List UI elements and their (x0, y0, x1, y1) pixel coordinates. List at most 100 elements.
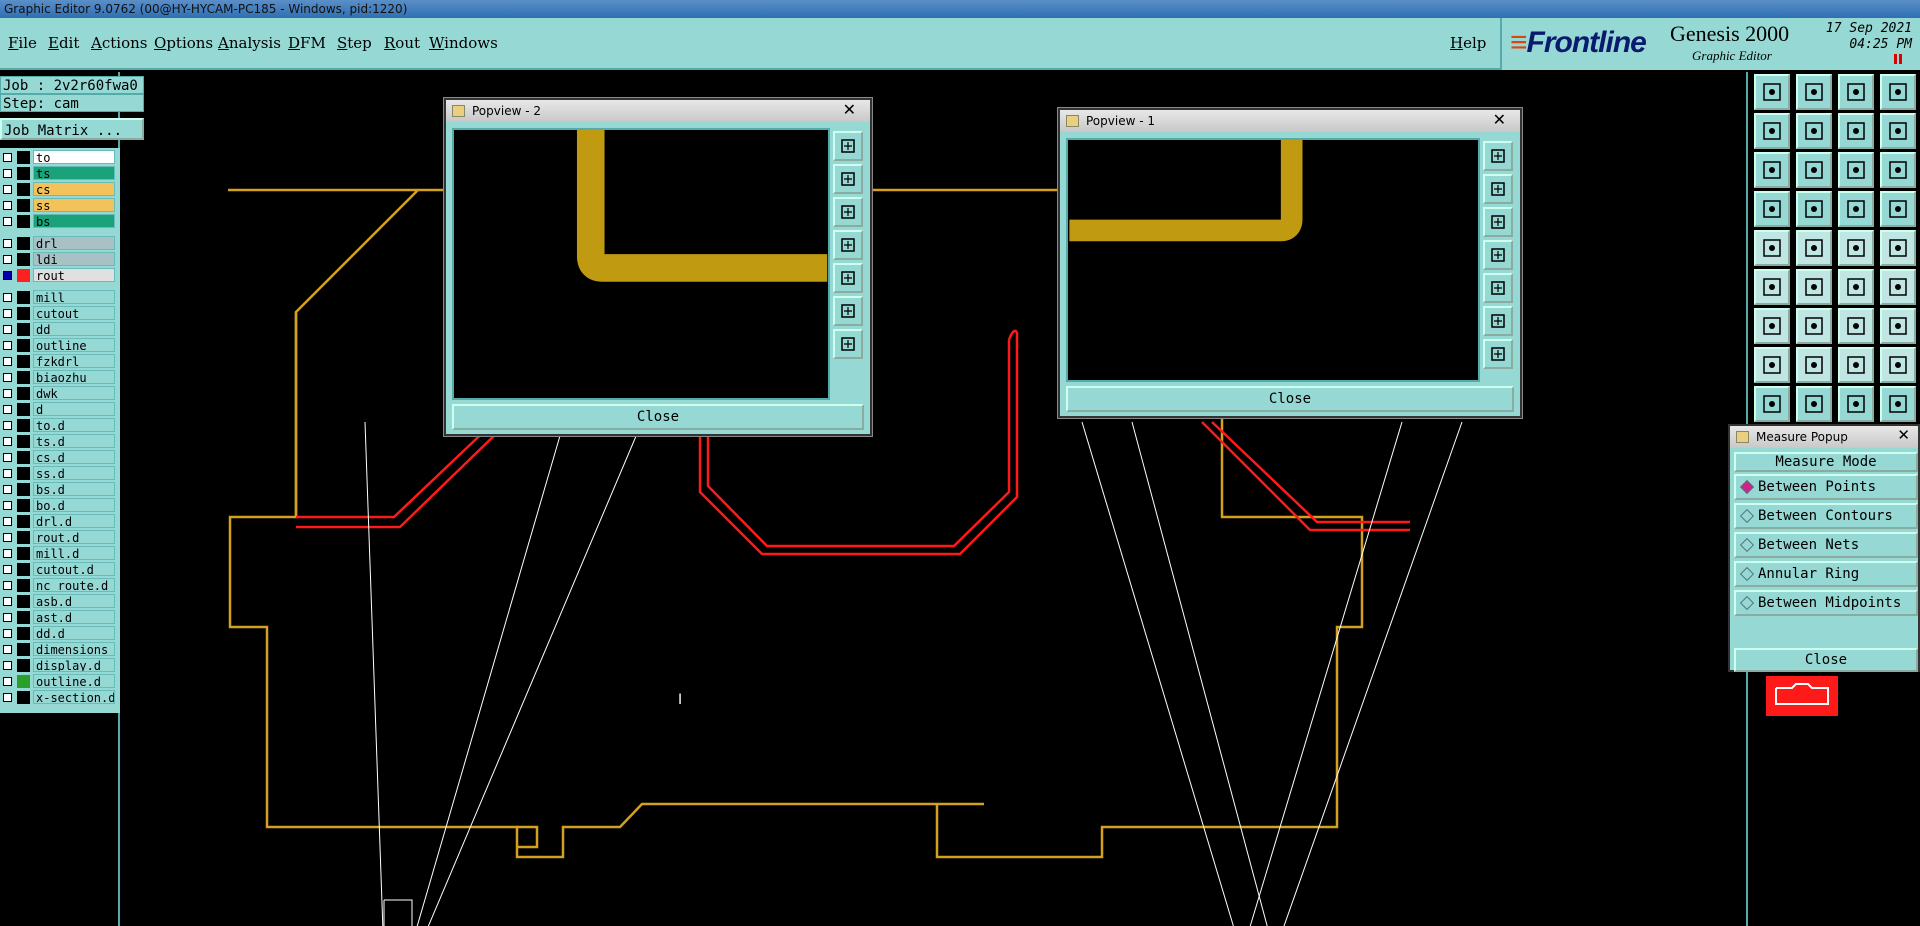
layer-name[interactable]: rout.d (33, 530, 115, 544)
layer-checkbox[interactable] (3, 389, 12, 398)
layer-checkbox[interactable] (3, 613, 12, 622)
layer-name[interactable]: bs.d (33, 482, 115, 496)
layer-affected-swatch[interactable] (17, 387, 30, 400)
pan-down-icon[interactable] (833, 197, 863, 227)
layer-affected-swatch[interactable] (17, 355, 30, 368)
layer-affected-swatch[interactable] (17, 307, 30, 320)
layer-name[interactable]: to.d (33, 418, 115, 432)
text-icon[interactable] (1838, 230, 1874, 266)
layer-affected-swatch[interactable] (17, 579, 30, 592)
layer-row-outline-d[interactable]: outline.d (0, 674, 118, 689)
layer-checkbox[interactable] (3, 677, 12, 686)
layer-row-cs[interactable]: cs (0, 182, 118, 197)
layer-row-drl-d[interactable]: drl.d (0, 514, 118, 529)
layer-checkbox[interactable] (3, 293, 12, 302)
layer-checkbox[interactable] (3, 581, 12, 590)
menu-analysis[interactable]: Analysis (218, 34, 281, 52)
layer-name[interactable]: cutout (33, 306, 115, 320)
help-icon[interactable] (1880, 152, 1916, 188)
measure-popup-titlebar[interactable]: Measure Popup ✕ (1730, 426, 1918, 448)
layer-affected-swatch[interactable] (17, 643, 30, 656)
layer-checkbox[interactable] (3, 565, 12, 574)
zoom-fit-icon[interactable] (1838, 113, 1874, 149)
layer-row-rout-d[interactable]: rout.d (0, 530, 118, 545)
layer-name[interactable]: ast.d (33, 610, 115, 624)
layer-checkbox[interactable] (3, 453, 12, 462)
layer-affected-swatch[interactable] (17, 371, 30, 384)
pan-left-icon[interactable] (1483, 240, 1513, 270)
layer-affected-swatch[interactable] (17, 253, 30, 266)
layer-row-fzkdrl[interactable]: fzkdrl (0, 354, 118, 369)
layer-name[interactable]: ss.d (33, 466, 115, 480)
layer-checkbox[interactable] (3, 549, 12, 558)
home-icon[interactable] (1838, 74, 1874, 110)
zoom-home-icon[interactable] (833, 131, 863, 161)
popview-1-close-button[interactable]: Close (1066, 386, 1514, 412)
filter-icon[interactable] (1880, 347, 1916, 383)
angle-icon[interactable] (1754, 308, 1790, 344)
layer-checkbox[interactable] (3, 201, 12, 210)
layer-checkbox[interactable] (3, 597, 12, 606)
layer-row-dd-d[interactable]: dd.d (0, 626, 118, 641)
move-icon[interactable] (1754, 269, 1790, 305)
layer-affected-swatch[interactable] (17, 237, 30, 250)
layer-checkbox[interactable] (3, 185, 12, 194)
layer-row-mill-d[interactable]: mill.d (0, 546, 118, 561)
popview-1-titlebar[interactable]: Popview - 1 ✕ (1060, 110, 1520, 132)
warning-icon[interactable] (1754, 386, 1790, 422)
layer-checkbox[interactable] (3, 373, 12, 382)
layer-checkbox[interactable] (3, 309, 12, 318)
zoom-in-icon[interactable] (833, 296, 863, 326)
layer-affected-swatch[interactable] (17, 675, 30, 688)
layer-checkbox[interactable] (3, 645, 12, 654)
layer-row-ast-d[interactable]: ast.d (0, 610, 118, 625)
layer-checkbox[interactable] (3, 239, 12, 248)
menu-options[interactable]: Options (154, 34, 213, 52)
menu-edit[interactable]: Edit (48, 34, 79, 52)
warning-icon[interactable] (1838, 386, 1874, 422)
layer-row-ss-d[interactable]: ss.d (0, 466, 118, 481)
layer-affected-swatch[interactable] (17, 451, 30, 464)
layer-name[interactable]: outline.d (33, 674, 115, 688)
snap-icon[interactable] (1754, 191, 1790, 227)
layer-name[interactable]: fzkdrl (33, 354, 115, 368)
layer-affected-swatch[interactable] (17, 269, 30, 282)
menu-actions[interactable]: Actions (91, 34, 147, 52)
zoom-home-icon[interactable] (1483, 141, 1513, 171)
layer-row-bs[interactable]: bs (0, 214, 118, 229)
layer-affected-swatch[interactable] (17, 183, 30, 196)
layer-row-d[interactable]: d (0, 402, 118, 417)
layer-affected-swatch[interactable] (17, 467, 30, 480)
layer-name[interactable]: asb.d (33, 594, 115, 608)
layer-name[interactable]: ldi (33, 252, 115, 266)
add-pad-icon[interactable] (1754, 230, 1790, 266)
layer-affected-swatch[interactable] (17, 499, 30, 512)
layer-affected-swatch[interactable] (17, 403, 30, 416)
scale-icon[interactable] (1838, 152, 1874, 188)
layer-row-to-d[interactable]: to.d (0, 418, 118, 433)
pan-right-icon[interactable] (833, 263, 863, 293)
slope-icon[interactable] (1796, 308, 1832, 344)
snap-mid-icon[interactable] (1838, 347, 1874, 383)
layer-name[interactable]: cutout.d (33, 562, 115, 576)
menu-dfm[interactable]: DFM (288, 34, 326, 52)
layer-row-mill[interactable]: mill (0, 290, 118, 305)
zoom-in-icon[interactable] (1754, 152, 1790, 188)
layer-affected-swatch[interactable] (17, 627, 30, 640)
layer-row-x-section-d[interactable]: x-section.d (0, 690, 118, 705)
layer-row-ts-d[interactable]: ts.d (0, 434, 118, 449)
layer-row-drl[interactable]: drl (0, 236, 118, 251)
layer-affected-swatch[interactable] (17, 167, 30, 180)
layer-checkbox[interactable] (3, 693, 12, 702)
feature-icon[interactable] (1880, 308, 1916, 344)
pan-left-icon[interactable] (833, 230, 863, 260)
layer-name[interactable]: ss (33, 198, 115, 212)
menu-windows[interactable]: Windows (429, 34, 498, 52)
close-icon[interactable]: ✕ (843, 100, 856, 119)
layer-row-cutout-d[interactable]: cutout.d (0, 562, 118, 577)
layer-checkbox[interactable] (3, 485, 12, 494)
layer-checkbox[interactable] (3, 405, 12, 414)
connect-icon[interactable] (1838, 269, 1874, 305)
layer-affected-swatch[interactable] (17, 419, 30, 432)
layer-checkbox[interactable] (3, 469, 12, 478)
